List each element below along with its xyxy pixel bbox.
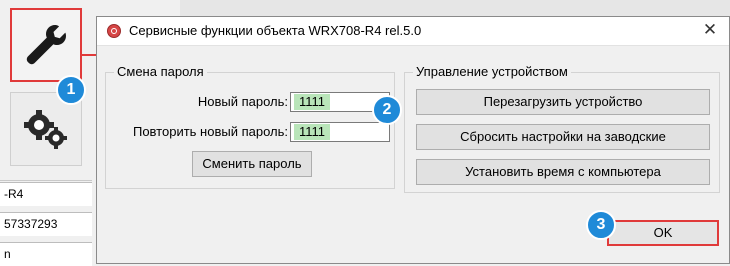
- background-cell: 57337293: [0, 212, 92, 236]
- ok-button[interactable]: OK: [607, 220, 719, 246]
- wrench-icon: [26, 25, 66, 65]
- password-group-title: Смена пароля: [114, 64, 207, 79]
- factory-reset-button[interactable]: Сбросить настройки на заводские: [416, 124, 710, 150]
- close-button[interactable]: ✕: [701, 21, 719, 39]
- repeat-password-label: Повторить новый пароль:: [132, 124, 288, 139]
- device-group-title: Управление устройством: [413, 64, 571, 79]
- divider: [0, 180, 92, 181]
- background-cell: -R4: [0, 182, 92, 206]
- background-header: [180, 0, 730, 17]
- new-password-value: 1111: [294, 94, 331, 110]
- step-marker-1: 1: [56, 75, 86, 105]
- step-marker-3: 3: [586, 210, 616, 240]
- step-marker-2: 2: [372, 95, 402, 125]
- dialog-titlebar: Сервисные функции объекта WRX708-R4 rel.…: [97, 17, 729, 46]
- service-functions-button[interactable]: [10, 8, 82, 82]
- set-time-button[interactable]: Установить время с компьютера: [416, 159, 710, 185]
- device-group: Управление устройством Перезагрузить уст…: [404, 64, 720, 193]
- gears-icon: [24, 110, 67, 149]
- dialog-title: Сервисные функции объекта WRX708-R4 rel.…: [129, 23, 422, 38]
- reboot-device-button[interactable]: Перезагрузить устройство: [416, 89, 710, 115]
- new-password-label: Новый пароль:: [197, 94, 288, 109]
- password-group: Смена пароля Новый пароль: 1111 Повторит…: [105, 64, 395, 189]
- background-toolbar: -R4 57337293 n: [0, 0, 92, 266]
- repeat-password-field[interactable]: 1111: [290, 122, 390, 142]
- app-icon: [107, 24, 121, 38]
- service-dialog: Сервисные функции объекта WRX708-R4 rel.…: [96, 16, 730, 264]
- change-password-button[interactable]: Сменить пароль: [192, 151, 312, 177]
- repeat-password-value: 1111: [294, 124, 331, 140]
- background-cell: n: [0, 242, 92, 266]
